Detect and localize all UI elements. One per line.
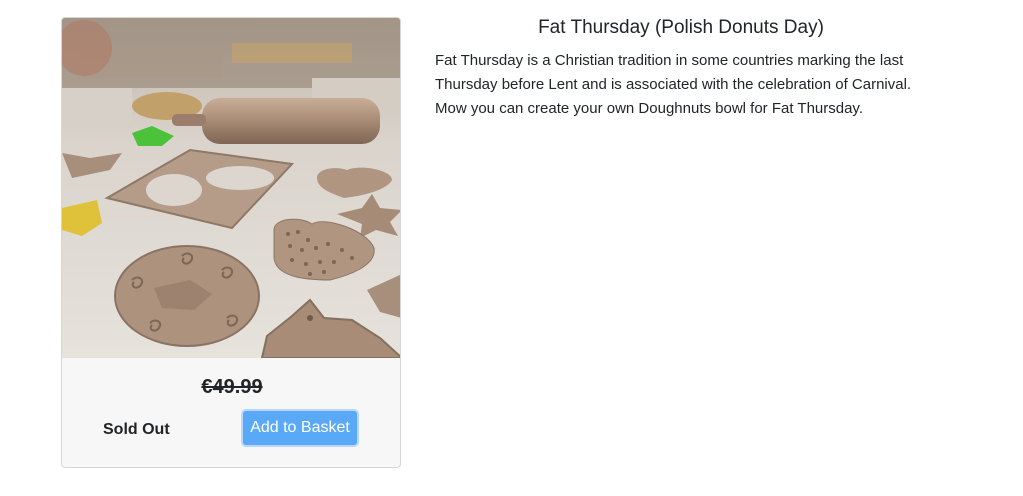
product-description: Fat Thursday is a Christian tradition in… [435,52,912,117]
add-to-basket-button[interactable]: Add to Basket [241,409,359,447]
product-page: €49.99 Sold Out Add to Basket Fat Thursd… [0,0,1023,496]
product-image [62,18,400,358]
product-title: Fat Thursday (Polish Donuts Day) [538,17,824,38]
price-label: €49.99 [201,376,263,398]
product-card: €49.99 Sold Out Add to Basket [61,17,401,468]
sold-out-status: Sold Out [103,421,170,438]
